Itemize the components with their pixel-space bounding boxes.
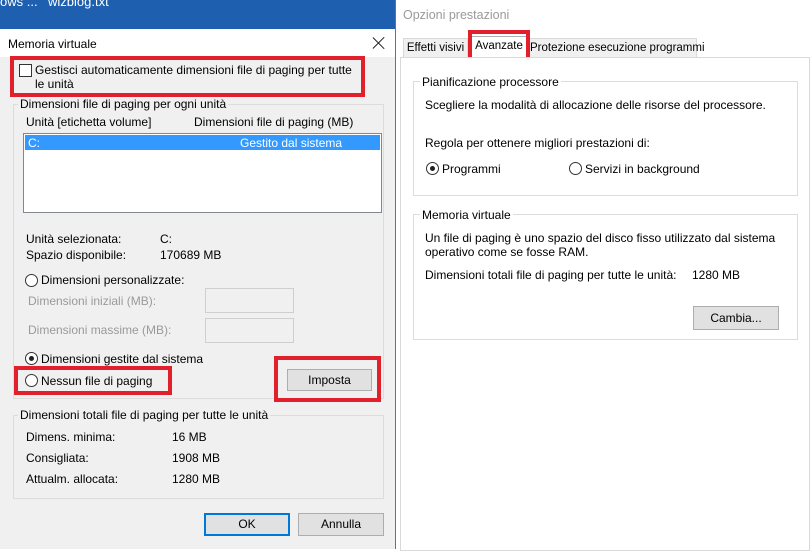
system-managed-radio[interactable] — [25, 352, 38, 365]
background-services-label: Servizi in background — [585, 162, 700, 176]
max-size-label: Dimensioni massime (MB): — [28, 323, 172, 337]
highlight-no-paging — [14, 366, 172, 395]
min-size-label: Dimens. minima: — [26, 430, 116, 444]
dialog-title: Memoria virtuale — [8, 37, 97, 51]
vm-total-label: Dimensioni totali file di paging per tut… — [425, 268, 677, 282]
free-space-value: 170689 MB — [160, 248, 222, 262]
programs-radio[interactable] — [426, 162, 439, 175]
highlight-auto-manage — [10, 56, 365, 97]
system-managed-label: Dimensioni gestite dal sistema — [41, 352, 204, 366]
column-header-drive: Unità [etichetta volume] — [26, 115, 152, 129]
allocated-value: 1280 MB — [172, 472, 221, 486]
drive-list[interactable]: C: Gestito dal sistema — [23, 133, 382, 213]
max-size-input[interactable] — [205, 318, 294, 343]
scheduling-description: Scegliere la modalità di allocazione del… — [425, 98, 766, 112]
cancel-button[interactable]: Annulla — [298, 513, 384, 536]
custom-size-label: Dimensioni personalizzate: — [41, 273, 185, 287]
per-drive-group-title: Dimensioni file di paging per ogni unità — [18, 97, 229, 111]
vm-total-value: 1280 MB — [692, 268, 741, 282]
taskbar-item[interactable]: ows ... — [0, 0, 38, 9]
tab-visual-effects[interactable]: Effetti visivi — [403, 38, 468, 57]
ok-button[interactable]: OK — [204, 513, 290, 536]
custom-size-radio[interactable] — [25, 274, 38, 287]
change-button[interactable]: Cambia... — [693, 306, 779, 330]
taskbar-file-item[interactable]: wizblog.txt — [48, 0, 109, 9]
scheduling-group-title: Pianificazione processore — [420, 75, 561, 89]
allocated-label: Attualm. allocata: — [26, 472, 119, 486]
drive-size: Gestito dal sistema — [240, 136, 343, 150]
vm-description-line1: Un file di paging è uno spazio del disco… — [425, 231, 776, 245]
initial-size-label: Dimensioni iniziali (MB): — [28, 294, 157, 308]
recommended-value: 1908 MB — [172, 451, 221, 465]
taskbar-strip: ows ... wizblog.txt — [0, 0, 395, 29]
initial-size-input[interactable] — [205, 288, 294, 313]
adjust-label: Regola per ottenere migliori prestazioni… — [425, 136, 650, 150]
vm-description-line2: operativo come se fosse RAM. — [425, 245, 589, 259]
background-services-radio[interactable] — [569, 162, 582, 175]
highlight-set-button — [274, 356, 381, 402]
min-size-value: 16 MB — [172, 430, 207, 444]
totals-group-title: Dimensioni totali file di paging per tut… — [18, 408, 271, 422]
drive-row[interactable]: C: Gestito dal sistema — [25, 135, 380, 150]
dialog-title: Opzioni prestazioni — [403, 8, 510, 22]
programs-label: Programmi — [442, 162, 501, 176]
column-header-size: Dimensioni file di paging (MB) — [194, 115, 354, 129]
drive-letter: C: — [28, 136, 40, 150]
tab-dep[interactable]: Protezione esecuzione programmi — [529, 38, 705, 57]
free-space-label: Spazio disponibile: — [26, 248, 127, 262]
selected-drive-label: Unità selezionata: — [26, 232, 122, 246]
title-bar: Memoria virtuale — [0, 29, 395, 57]
virtual-memory-group-title: Memoria virtuale — [420, 208, 513, 222]
selected-drive-value: C: — [160, 232, 172, 246]
recommended-label: Consigliata: — [26, 451, 89, 465]
close-icon[interactable] — [371, 35, 387, 51]
virtual-memory-dialog: ows ... wizblog.txt Memoria virtuale Ges… — [0, 0, 396, 549]
